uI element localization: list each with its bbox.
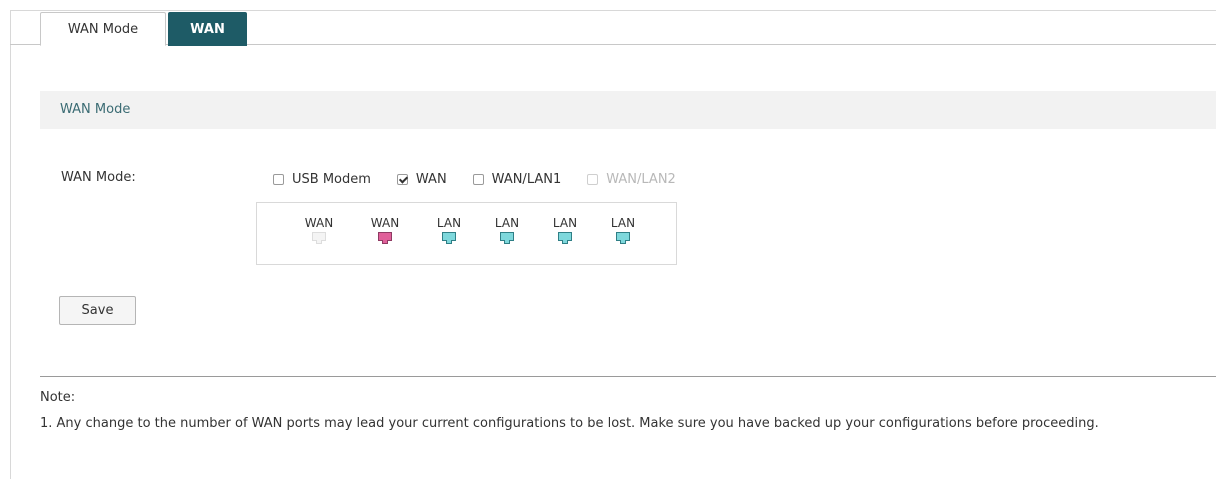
save-button[interactable]: Save (59, 296, 136, 325)
port-4: LAN (487, 216, 527, 245)
divider (40, 376, 1216, 377)
port-4-label: LAN (494, 216, 520, 230)
tab-wan-mode[interactable]: WAN Mode (40, 12, 166, 46)
section-header: WAN Mode (40, 91, 1216, 129)
option-usb-modem[interactable]: USB Modem (273, 172, 371, 187)
wan-mode-options: USB Modem WAN WAN/LAN1 WAN/LAN2 (273, 170, 702, 188)
wan-mode-label: WAN Mode: (61, 170, 136, 185)
wan-lan2-label: WAN/LAN2 (606, 171, 676, 187)
usb-modem-checkbox[interactable] (273, 173, 284, 185)
port-diagram: WAN WAN LAN LAN LAN LAN (256, 202, 677, 265)
port-3-label: LAN (436, 216, 462, 230)
wan-label: WAN (415, 171, 447, 187)
note-title: Note: (40, 390, 76, 405)
ethernet-port-icon (378, 232, 392, 245)
port-1-label: WAN (304, 216, 334, 230)
ethernet-port-icon (558, 232, 572, 245)
port-2-label: WAN (370, 216, 400, 230)
tab-wan[interactable]: WAN (168, 12, 247, 46)
port-3: LAN (429, 216, 469, 245)
port-1: WAN (299, 216, 339, 245)
wan-lan1-label: WAN/LAN1 (491, 171, 562, 187)
wan-checkbox[interactable] (396, 173, 408, 185)
usb-modem-label: USB Modem (292, 171, 371, 187)
port-2: WAN (365, 216, 405, 245)
wan-lan2-checkbox (587, 173, 599, 185)
wan-lan1-checkbox[interactable] (472, 173, 484, 185)
port-5-label: LAN (552, 216, 578, 230)
tab-bar: WAN Mode WAN (10, 10, 1216, 46)
option-wan-lan1[interactable]: WAN/LAN1 (472, 171, 562, 187)
ethernet-port-icon (500, 232, 514, 245)
port-5: LAN (545, 216, 585, 245)
ethernet-port-icon (312, 232, 326, 245)
option-wan-lan2: WAN/LAN2 (587, 172, 676, 187)
port-6: LAN (603, 216, 643, 245)
note-item-1: 1. Any change to the number of WAN ports… (40, 416, 1099, 431)
ethernet-port-icon (616, 232, 630, 245)
option-wan[interactable]: WAN (396, 171, 447, 187)
port-6-label: LAN (610, 216, 636, 230)
ethernet-port-icon (442, 232, 456, 245)
section-title: WAN Mode (60, 102, 131, 117)
